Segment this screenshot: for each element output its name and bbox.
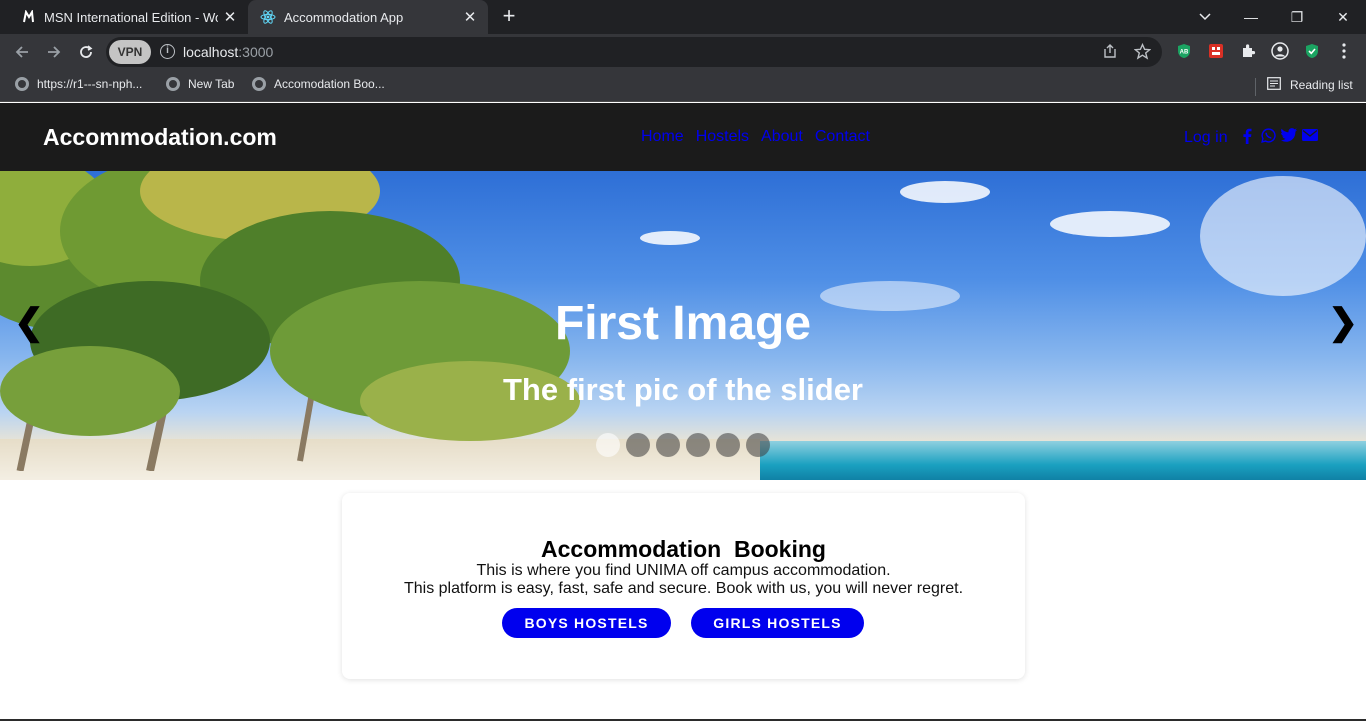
cloud-shape [1050,211,1170,237]
restore-button[interactable]: ❐ [1274,0,1320,34]
login-link[interactable]: Log in [1184,129,1228,147]
back-icon[interactable] [10,40,34,64]
booking-card: Accommodation Booking This is where you … [342,493,1025,679]
slider-dot[interactable] [716,433,740,457]
reading-list-button[interactable]: Reading list [1267,77,1353,93]
reading-list-label: Reading list [1290,78,1353,92]
whatsapp-icon[interactable] [1261,128,1277,144]
main-nav: Home Hostels About Contact [641,128,870,146]
new-tab-button[interactable]: + [498,5,520,28]
bookmarks-bar: https://r1---sn-nph... New Tab Accomodat… [0,70,1366,102]
slide-caption: The first pic of the slider [503,372,863,407]
nav-hostels[interactable]: Hostels [696,128,749,146]
red-extension-icon[interactable] [1207,42,1225,60]
cloud-shape [1200,176,1366,296]
slider-dots [596,433,770,457]
bookmark-item[interactable]: Accomodation Boo... [252,77,385,91]
nav-contact[interactable]: Contact [815,128,870,146]
slider-dot[interactable] [596,433,620,457]
booking-description-line-1: This is where you find UNIMA off campus … [476,562,891,579]
url-text[interactable]: localhost:3000 [183,44,273,60]
browser-menu-icon[interactable] [1335,42,1353,60]
shield-check-icon[interactable] [1303,42,1321,60]
address-bar[interactable]: VPN i localhost:3000 [106,37,1162,67]
share-icon[interactable] [1102,43,1118,64]
browser-tab-strip: MSN International Edition - Worl ✕ Accom… [0,0,1366,34]
email-icon[interactable] [1302,128,1318,144]
url-host: localhost [183,44,239,60]
reload-icon[interactable] [74,40,98,64]
svg-text:AB: AB [1180,50,1189,56]
react-icon [260,9,276,25]
adblock-extension-icon[interactable]: AB [1175,42,1193,60]
site-header: Accommodation.com Home Hostels About Con… [0,103,1366,171]
bookmarks-divider [1255,78,1256,96]
close-tab-icon[interactable]: ✕ [458,8,482,26]
msn-icon [20,9,36,25]
globe-icon [15,77,29,91]
bookmark-label: New Tab [188,77,235,91]
profile-icon[interactable] [1271,42,1289,60]
minimize-button[interactable]: — [1228,0,1274,34]
tab-accommodation-app[interactable]: Accommodation App ✕ [248,0,488,34]
tab-title: MSN International Edition - Worl [44,9,218,25]
close-window-button[interactable]: ✕ [1320,0,1366,34]
slider-dot[interactable] [686,433,710,457]
site-brand[interactable]: Accommodation.com [43,124,277,151]
bookmark-star-icon[interactable] [1133,42,1152,65]
bookmark-item[interactable]: https://r1---sn-nph... [15,77,142,91]
tab-msn[interactable]: MSN International Edition - Worl ✕ [8,0,248,34]
slide-title: First Image [554,297,812,350]
close-tab-icon[interactable]: ✕ [218,8,242,26]
forward-icon[interactable] [42,40,66,64]
extensions-puzzle-icon[interactable] [1239,42,1257,60]
slider-dot[interactable] [746,433,770,457]
bookmark-label: https://r1---sn-nph... [37,77,143,91]
booking-description-line-2: This platform is easy, fast, safe and se… [403,580,964,597]
cloud-shape [640,231,700,245]
tab-title: Accommodation App [284,9,404,25]
vpn-button[interactable]: VPN [109,40,151,64]
globe-icon [252,77,266,91]
facebook-icon[interactable] [1241,128,1257,144]
nav-about[interactable]: About [761,128,803,146]
girls-hostels-button[interactable]: GIRLS HOSTELS [691,608,864,638]
bookmark-item[interactable]: New Tab [166,77,234,91]
globe-icon [166,77,180,91]
slider-dot[interactable] [656,433,680,457]
site-info-icon[interactable]: i [160,44,175,59]
reading-list-icon [1267,77,1281,93]
bookmark-label: Accomodation Boo... [274,77,385,91]
nav-home[interactable]: Home [641,128,684,146]
slider-dot[interactable] [626,433,650,457]
url-port: :3000 [238,44,274,60]
boys-hostels-button[interactable]: BOYS HOSTELS [502,608,671,638]
cloud-shape [900,181,990,203]
image-slider: ❮ ❯ First Image The first pic of the sli… [0,171,1366,480]
twitter-icon[interactable] [1280,128,1297,144]
tab-search-icon[interactable] [1182,0,1228,34]
booking-title: Accommodation Booking [541,536,826,562]
browser-toolbar: VPN i localhost:3000 [0,34,1366,70]
